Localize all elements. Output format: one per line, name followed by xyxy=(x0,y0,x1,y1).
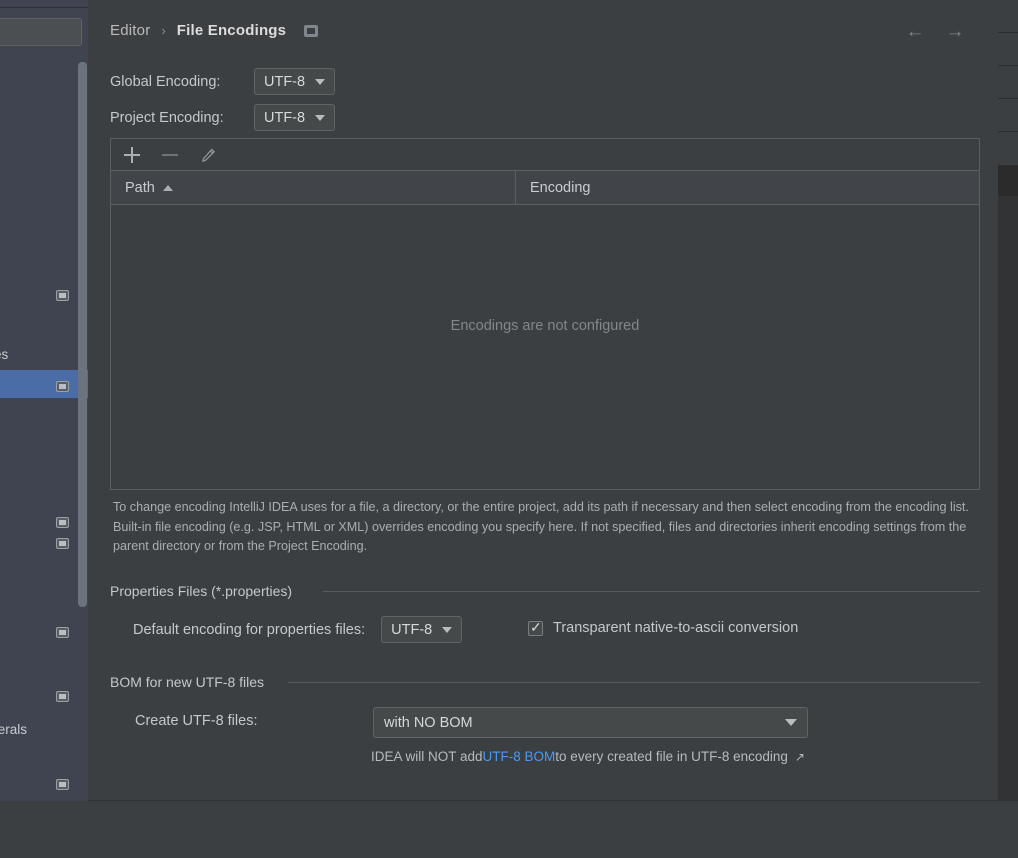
page-title: File Encodings xyxy=(176,22,287,39)
nav-buttons: ← → xyxy=(904,22,966,44)
sidebar-marker-icon-6 xyxy=(56,691,69,702)
right-strip-2 xyxy=(998,33,1018,66)
bom-hint-link[interactable]: UTF-8 BOM xyxy=(483,749,556,764)
sidebar-selected-item[interactable] xyxy=(0,370,88,398)
sidebar-top-divider xyxy=(0,7,88,8)
create-utf8-files-label: Create UTF-8 files: xyxy=(135,713,258,729)
global-encoding-label: Global Encoding: xyxy=(110,73,221,90)
back-arrow-icon[interactable]: ← xyxy=(904,22,926,44)
project-encoding-value: UTF-8 xyxy=(264,109,306,126)
bom-mode-combo[interactable]: with NO BOM xyxy=(373,707,808,738)
right-strip-1 xyxy=(998,0,1018,33)
sidebar-marker-icon-4 xyxy=(56,538,69,549)
right-warning-cell[interactable] xyxy=(998,166,1018,196)
sidebar-marker-icon-2 xyxy=(56,381,69,392)
project-encoding-label: Project Encoding: xyxy=(110,109,224,126)
sidebar-label-partial-1: es xyxy=(0,347,9,362)
encodings-table: Path Encoding Encodings are not configur… xyxy=(110,138,980,490)
sidebar-marker-icon-1 xyxy=(56,290,69,301)
breadcrumb: Editor › File Encodings xyxy=(110,22,319,39)
chevron-down-icon xyxy=(785,719,797,726)
table-empty-message: Encodings are not configured xyxy=(450,318,640,334)
project-encoding-combo[interactable]: UTF-8 xyxy=(254,104,336,131)
column-header-path-label: Path xyxy=(125,179,155,196)
global-encoding-combo[interactable]: UTF-8 xyxy=(254,68,336,95)
bom-mode-value: with NO BOM xyxy=(384,714,473,731)
global-encoding-value: UTF-8 xyxy=(264,73,306,90)
edit-path-button[interactable] xyxy=(197,144,219,166)
external-link-icon[interactable]: ↗ xyxy=(795,750,805,764)
bom-section-divider xyxy=(288,682,980,683)
sidebar-marker-icon-7 xyxy=(56,779,69,790)
bom-hint: IDEA will NOT add UTF-8 BOM to every cre… xyxy=(371,749,805,764)
column-header-encoding[interactable]: Encoding xyxy=(516,171,590,204)
sidebar-search-box[interactable] xyxy=(0,18,82,46)
global-encoding-row: Global Encoding: UTF-8 xyxy=(110,68,336,95)
right-strip-3 xyxy=(998,66,1018,99)
right-strip-4 xyxy=(998,99,1018,132)
default-properties-encoding-combo[interactable]: UTF-8 xyxy=(381,616,463,643)
file-encodings-dialog: Editor › File Encodings ← → Global Encod… xyxy=(88,0,998,858)
table-toolbar xyxy=(111,139,979,171)
default-properties-encoding-row: Default encoding for properties files: U… xyxy=(133,616,463,643)
sidebar-marker-icon-5 xyxy=(56,627,69,638)
transparent-conversion-label: Transparent native-to-ascii conversion xyxy=(553,620,799,636)
right-strip-5 xyxy=(998,132,1018,166)
default-properties-encoding-value: UTF-8 xyxy=(391,621,433,638)
breadcrumb-parent[interactable]: Editor xyxy=(110,22,150,39)
chevron-down-icon xyxy=(442,626,453,633)
remove-path-button[interactable] xyxy=(159,144,181,166)
background-settings-sidebar: es terals xyxy=(0,0,88,815)
bom-hint-prefix: IDEA will NOT add xyxy=(371,749,483,764)
description-text: To change encoding IntelliJ IDEA uses fo… xyxy=(113,500,969,554)
properties-section-divider xyxy=(323,591,980,592)
bom-hint-suffix: to every created file in UTF-8 encoding xyxy=(555,749,788,764)
sidebar-label-partial-2: terals xyxy=(0,722,28,737)
bom-section-title: BOM for new UTF-8 files xyxy=(110,674,275,690)
chevron-down-icon xyxy=(315,114,326,121)
breadcrumb-separator: › xyxy=(161,23,166,38)
sidebar-scrollbar[interactable] xyxy=(78,62,87,607)
forward-arrow-icon[interactable]: → xyxy=(944,22,966,44)
properties-section-title: Properties Files (*.properties) xyxy=(110,583,303,599)
settings-marker-icon[interactable] xyxy=(304,24,319,37)
dialog-footer: OK Cancel Apply CSDN @养个小橘猫 xyxy=(0,801,1018,858)
screen-root: es terals Editor › File Encodings ← → G xyxy=(0,0,1018,858)
default-properties-encoding-label: Default encoding for properties files: xyxy=(133,621,366,638)
transparent-conversion-checkbox-row[interactable]: Transparent native-to-ascii conversion xyxy=(528,619,799,636)
chevron-down-icon xyxy=(315,78,326,85)
pencil-icon xyxy=(201,147,216,162)
add-path-button[interactable] xyxy=(121,144,143,166)
table-body[interactable]: Encodings are not configured xyxy=(111,205,979,488)
column-header-path[interactable]: Path xyxy=(111,171,516,204)
sort-ascending-icon xyxy=(162,184,173,191)
sidebar-marker-icon-3 xyxy=(56,517,69,528)
table-header-row: Path Encoding xyxy=(111,171,979,205)
transparent-conversion-checkbox[interactable] xyxy=(528,619,543,636)
project-encoding-row: Project Encoding: UTF-8 xyxy=(110,104,336,131)
column-header-encoding-label: Encoding xyxy=(530,179,591,196)
